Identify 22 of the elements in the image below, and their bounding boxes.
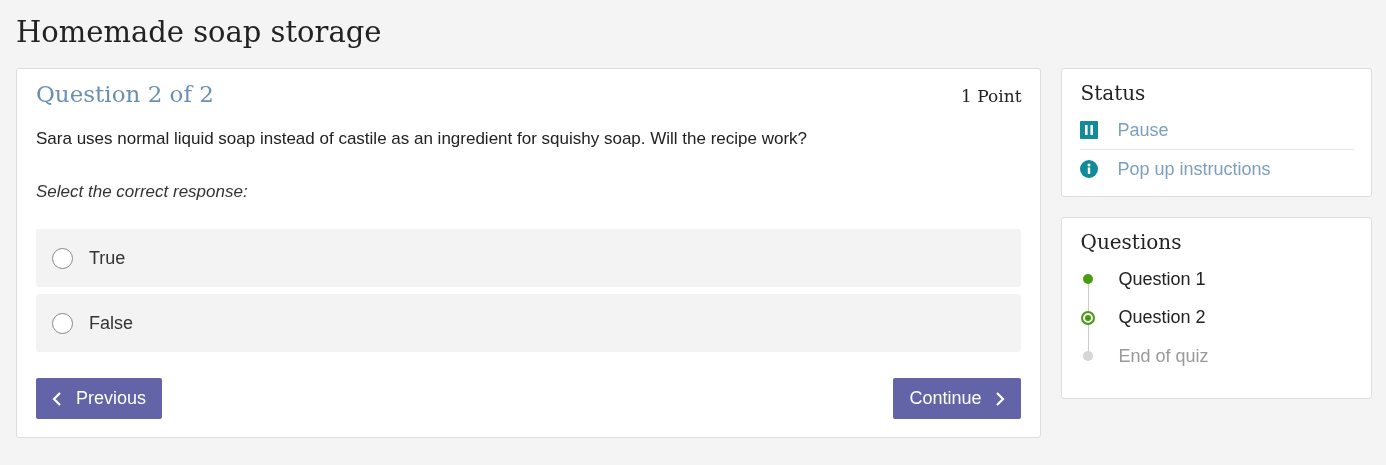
question-link[interactable]: Question 1: [1118, 268, 1206, 290]
radio-button[interactable]: [52, 247, 73, 269]
info-icon: [1080, 160, 1099, 178]
question-link[interactable]: End of quiz: [1118, 345, 1209, 367]
points-label: 1 Point: [961, 86, 1022, 106]
instruction-text: Select the correct response:: [36, 182, 249, 202]
continue-button[interactable]: Continue: [893, 378, 1022, 419]
answer-option[interactable]: False: [36, 294, 1022, 352]
questions-title: Questions: [1080, 230, 1183, 254]
pause-icon: [1080, 121, 1099, 139]
answer-option[interactable]: True: [36, 229, 1022, 287]
chevron-right-icon: [995, 390, 1006, 407]
radio-button[interactable]: [52, 312, 73, 334]
page-title: Homemade soap storage: [16, 14, 383, 51]
question-text: Sara uses normal liquid soap instead of castile as an ingredient for squishy soap. Will the recipe work?: [36, 129, 809, 149]
status-link[interactable]: Pause: [1080, 111, 1354, 149]
question-heading: Question 2 of 2: [36, 81, 214, 107]
status-link[interactable]: Pop up instructions: [1080, 149, 1354, 188]
status-title: Status: [1080, 81, 1147, 105]
chevron-left-icon: [52, 390, 62, 407]
question-link[interactable]: Question 2: [1118, 307, 1206, 329]
previous-button[interactable]: Previous: [36, 378, 163, 419]
